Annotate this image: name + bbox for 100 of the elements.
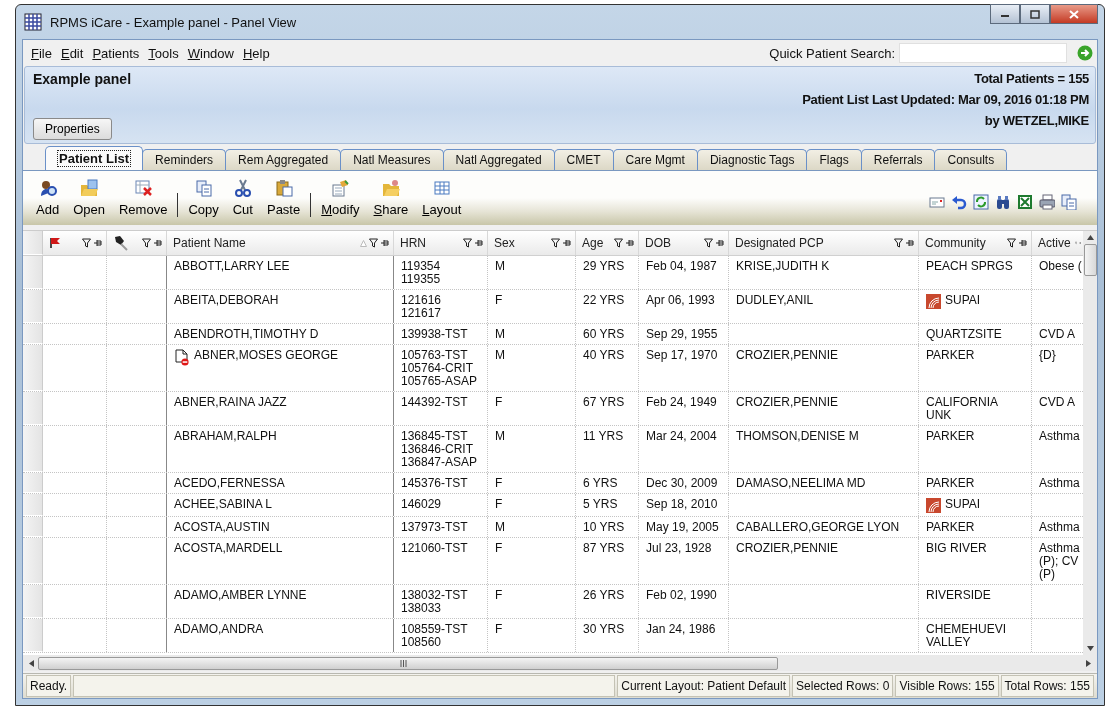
table-cell: CROZIER,PENNIE — [736, 396, 838, 409]
scroll-down-icon — [1086, 646, 1094, 651]
column-header[interactable]: Sex — [488, 231, 576, 255]
toolbar-button[interactable]: Copy — [181, 179, 226, 217]
toolbar-button[interactable]: Cut — [225, 179, 260, 217]
table-cell: ABBOTT,LARRY LEE — [174, 260, 290, 273]
column-header[interactable]: Age — [576, 231, 639, 255]
tab[interactable]: Flags — [806, 149, 862, 170]
status-text: Selected Rows: 0 — [792, 675, 894, 697]
spreadsheet-icon — [1017, 194, 1033, 210]
tab[interactable]: Consults — [934, 149, 1008, 170]
table-cell: THOMSON,DENISE M — [736, 430, 859, 443]
horizontal-scrollbar[interactable] — [23, 655, 1097, 671]
scroll-thumb[interactable] — [38, 656, 778, 670]
menu-item[interactable]: Patients — [88, 45, 144, 61]
table-cell: PARKER — [926, 477, 975, 490]
minimize-button[interactable] — [990, 4, 1020, 24]
grip-icon — [400, 659, 407, 667]
table-cell: ACOSTA,AUSTIN — [174, 521, 270, 534]
toolbar-icon-button[interactable] — [951, 194, 967, 210]
table-cell: BIG RIVER — [926, 542, 987, 555]
tab[interactable]: Rem Aggregated — [225, 149, 342, 170]
tab[interactable]: CMET — [553, 149, 614, 170]
scroll-thumb[interactable] — [1083, 244, 1097, 276]
table-cell: ABNER,RAINA JAZZ — [174, 396, 287, 409]
menu-item[interactable]: Help — [238, 45, 274, 61]
table-cell: 29 YRS — [583, 260, 625, 273]
table-cell: 6 YRS — [583, 477, 618, 490]
table-cell: QUARTZSITE — [926, 328, 1002, 341]
toolbar-button[interactable]: Open — [66, 179, 112, 217]
toolbar-button[interactable]: Remove — [111, 179, 175, 217]
table-cell: 146029 — [401, 498, 442, 511]
undo-icon — [951, 194, 967, 210]
toolbar-icon-button[interactable] — [1017, 194, 1033, 210]
toolbar-button[interactable]: Add — [29, 179, 67, 217]
table-cell: 30 YRS — [583, 623, 625, 636]
table-cell: 40 YRS — [583, 349, 625, 362]
table-cell: CROZIER,PENNIE — [736, 542, 838, 555]
column-header[interactable]: Community — [919, 231, 1032, 255]
status-text: Ready. — [26, 675, 72, 697]
tab[interactable]: Natl Aggregated — [442, 149, 555, 170]
table-cell: ACOSTA,MARDELL — [174, 542, 283, 555]
table-cell: CVD A — [1039, 396, 1075, 409]
status-text: Current Layout: Patient Default — [617, 675, 791, 697]
table-cell: 10 YRS — [583, 521, 625, 534]
table-cell: 145376-TST — [401, 477, 468, 490]
status-text: Total Rows: 155 — [1000, 675, 1094, 697]
open-icon — [80, 179, 99, 197]
toolbar-button[interactable]: Layout — [415, 179, 469, 217]
table-cell: ABENDROTH,TIMOTHY D — [174, 328, 319, 341]
updated-by: by WETZEL,MIKE — [984, 113, 1089, 128]
toolbar-icon-button[interactable] — [995, 194, 1011, 210]
table-cell: PARKER — [926, 349, 975, 362]
table-cell: 105763-TST 105764-CRIT 105765-ASAP — [401, 349, 478, 388]
column-header[interactable]: DOB — [639, 231, 729, 255]
toolbar-button[interactable]: Paste — [259, 179, 308, 217]
table-cell: PEACH SPRGS — [926, 260, 1013, 273]
binoculars-icon — [995, 194, 1011, 210]
table-cell: Sep 18, 2010 — [646, 498, 718, 511]
maximize-button[interactable] — [1020, 4, 1050, 24]
table-cell: May 19, 2005 — [646, 521, 719, 534]
remove-icon — [134, 179, 153, 197]
vertical-scrollbar[interactable] — [1083, 231, 1097, 655]
toolbar-button[interactable]: Share — [366, 179, 416, 217]
tab[interactable]: Natl Measures — [340, 149, 444, 170]
table-cell: CABALLERO,GEORGE LYON — [736, 521, 900, 534]
tab[interactable]: Diagnostic Tags — [696, 149, 808, 170]
table-cell: F — [495, 477, 503, 490]
menu-item[interactable]: Edit — [56, 45, 88, 61]
table-cell: M — [495, 260, 505, 273]
column-header[interactable]: Designated PCP — [729, 231, 919, 255]
search-field[interactable] — [899, 43, 1067, 63]
table-cell: 137973-TST — [401, 521, 468, 534]
menu-item[interactable]: Window — [183, 45, 238, 61]
table-cell: F — [495, 498, 503, 511]
properties-button[interactable]: Properties — [33, 118, 112, 140]
tab[interactable]: Reminders — [142, 149, 227, 170]
menu-item[interactable]: File — [27, 45, 56, 61]
menu-item[interactable]: Tools — [144, 45, 183, 61]
tab[interactable]: Care Mgmt — [612, 149, 698, 170]
tab[interactable]: Referrals — [860, 149, 936, 170]
table-cell: Sep 17, 1970 — [646, 349, 718, 362]
table-cell: KRISE,JUDITH K — [736, 260, 830, 273]
column-header[interactable]: Patient Name — [167, 231, 394, 255]
table-cell: F — [495, 542, 503, 555]
go-button[interactable] — [1077, 45, 1093, 61]
table-cell: Mar 24, 2004 — [646, 430, 717, 443]
toolbar-button[interactable]: Modify — [314, 179, 367, 217]
table-cell: {D} — [1039, 349, 1056, 362]
column-header[interactable]: HRN — [394, 231, 488, 255]
table-cell: Asthma — [1039, 521, 1080, 534]
toolbar-icon-button[interactable] — [1039, 194, 1055, 210]
close-button[interactable] — [1050, 4, 1098, 24]
total-patients: Total Patients = 155 — [974, 71, 1089, 86]
table-cell: 26 YRS — [583, 589, 625, 602]
printer-icon — [1039, 194, 1055, 210]
table-cell: Sep 29, 1955 — [646, 328, 718, 341]
tab[interactable]: Patient List — [45, 146, 144, 170]
paste-icon — [274, 179, 293, 197]
scroll-right-icon — [1086, 659, 1091, 667]
